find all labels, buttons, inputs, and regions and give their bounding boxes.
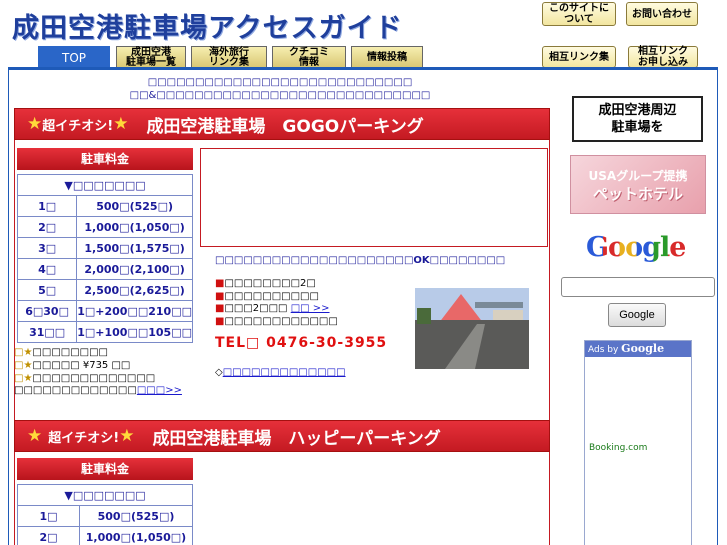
- parking-name: 成田空港駐車場 ハッピーパーキング: [152, 428, 441, 449]
- fee-price: 2,500□(2,625□): [76, 279, 193, 301]
- info-line: □★□□□□□□□□□□□□□: [14, 373, 155, 385]
- about-button[interactable]: このサイトに ついて: [542, 2, 616, 26]
- link-request-button[interactable]: 相互リンク お申し込み: [628, 46, 698, 68]
- fee-title: 駐車料金: [17, 148, 193, 170]
- more-info: ◇□□□□□□□□□□□□□: [215, 367, 346, 378]
- tab-submit-info[interactable]: 情報投稿: [351, 46, 423, 68]
- ads-header: Ads by Google: [585, 341, 691, 357]
- fee-price: 2,000□(2,100□): [76, 258, 193, 280]
- fee-subtitle: ▼□□□□□□□: [17, 484, 193, 506]
- table-row: 2□ 1,000□(1,050□): [16, 216, 193, 238]
- fee-table: ▼□□□□□□□ 1□ 500□(525□) 2□ 1,000□(1,050□): [17, 484, 193, 545]
- fee-subtitle: ▼□□□□□□□: [17, 174, 193, 196]
- google-search-button[interactable]: Google: [608, 303, 666, 327]
- pet-hotel-line-2: ペットホテル: [592, 184, 683, 203]
- table-row: 5□ 2,500□(2,625□): [16, 279, 193, 301]
- recommend-tag: 超イチオシ!: [48, 430, 120, 446]
- more-info-link[interactable]: □□□□□□□□□□□□□: [223, 367, 346, 378]
- feature-text: □□□□□□□□□□: [224, 291, 319, 302]
- star-icon: ★: [119, 426, 135, 446]
- notice-text: □□□□□□□□□□□□□□□□□□□□□□□□□□□□ □□&□□□□□□□□…: [120, 76, 440, 102]
- star-icon: □★: [14, 373, 33, 384]
- contact-button[interactable]: お問い合わせ: [626, 2, 698, 26]
- feature-item: ■□□□□□□□□2□: [215, 278, 316, 290]
- info-detail-link[interactable]: □□□>>: [137, 385, 182, 396]
- fee-price: 1,000□(1,050□): [79, 526, 193, 545]
- table-row: 1□ 500□(525□): [17, 505, 193, 527]
- feature-text: □□□□□□□□2□: [224, 278, 316, 289]
- notice-line-2: □□&□□□□□□□□□□□□□□□□□□□□□□□□□□□□□: [129, 90, 431, 101]
- nearby-parking-banner[interactable]: 成田空港周辺 駐車場を: [572, 96, 703, 142]
- ads-box: Ads by Google Booking.com: [584, 340, 692, 545]
- feature-item: ■□□□□□□□□□□□□: [215, 316, 338, 328]
- ad-link[interactable]: Booking.com: [589, 443, 647, 453]
- fee-days: 1□: [17, 505, 80, 527]
- feature-text: □□□2□□□: [224, 303, 291, 314]
- feature-detail-link[interactable]: □□ >>: [291, 303, 330, 314]
- gogo-parking-header[interactable]: ★ 超イチオシ! ★ 成田空港駐車場 GOGOパーキング: [14, 108, 550, 140]
- info-line: □★□□□□□□□□: [14, 347, 108, 359]
- fee-price: 1□+100□□105□□: [76, 321, 193, 343]
- feature-text: □□□□□□□□□□□□: [224, 316, 338, 327]
- google-logo: Google: [586, 232, 686, 263]
- info-text: □□□□□□□□□□□□: [23, 385, 137, 396]
- info-text: □□□□□□□□: [32, 347, 109, 358]
- ads-prefix: Ads by: [588, 345, 622, 355]
- fee-days: 5□: [16, 279, 78, 301]
- info-line: □★□□□□□ ¥735 □□: [14, 360, 130, 372]
- fee-table: ▼□□□□□□□ 1□ 500□(525□) 2□ 1,000□(1,050□) 3…: [16, 174, 193, 343]
- fee-price: 1,000□(1,050□): [76, 216, 193, 238]
- table-row: 4□ 2,000□(2,100□): [16, 258, 193, 280]
- tab-top[interactable]: TOP: [38, 46, 110, 68]
- feature-item: ■□□□2□□□ □□ >>: [215, 303, 330, 315]
- fee-days: 1□: [16, 195, 78, 217]
- star-icon: □★: [14, 360, 33, 371]
- phone-number: TEL□ 0476-30-3955: [215, 335, 388, 351]
- google-logo-text: Google: [586, 232, 686, 263]
- fee-days: 6□30□: [16, 300, 78, 322]
- ads-brand: Google: [621, 342, 665, 355]
- parking-description: □□□□□□□□□□□□□□□□□□□□□OK□□□□□□□□: [215, 255, 506, 266]
- site-logo[interactable]: 成田空港駐車場アクセスガイド: [12, 6, 432, 44]
- fee-price: 1□+200□□210□□: [76, 300, 193, 322]
- table-row: 6□30□ 1□+200□□210□□: [16, 300, 193, 322]
- star-icon: ★: [27, 114, 43, 134]
- fee-price: 500□(525□): [79, 505, 193, 527]
- tab-travel-links[interactable]: 海外旅行 リンク集: [191, 46, 267, 68]
- happy-parking-header[interactable]: ★ 超イチオシ! ★ 成田空港駐車場 ハッピーパーキング: [14, 420, 550, 452]
- star-icon: ★: [27, 426, 43, 446]
- mutual-links-button[interactable]: 相互リンク集: [542, 46, 616, 68]
- star-icon: ★: [113, 114, 129, 134]
- fee-price: 500□(525□): [76, 195, 193, 217]
- fee-days: 3□: [16, 237, 78, 259]
- table-row: 31□□ 1□+100□□105□□: [16, 321, 193, 343]
- info-text: □□□□□□□□□□□□□: [32, 373, 156, 384]
- table-row: 1□ 500□(525□): [16, 195, 193, 217]
- info-text: □□□□□ ¥735 □□: [32, 360, 131, 371]
- notice-line-1: □□□□□□□□□□□□□□□□□□□□□□□□□□□□: [147, 77, 413, 88]
- google-search-input[interactable]: [561, 277, 715, 297]
- table-row: 3□ 1,500□(1,575□): [16, 237, 193, 259]
- recommend-tag: 超イチオシ!: [42, 118, 114, 134]
- info-line: □□□□□□□□□□□□□□□□>>: [14, 385, 182, 397]
- fee-title: 駐車料金: [17, 458, 193, 480]
- table-row: ▼□□□□□□□: [17, 484, 193, 506]
- tab-parking-list[interactable]: 成田空港 駐車場一覧: [116, 46, 186, 68]
- parking-photo[interactable]: [415, 288, 529, 369]
- diamond-icon: ◇: [215, 367, 223, 378]
- feature-item: ■□□□□□□□□□□: [215, 291, 319, 303]
- video-placeholder[interactable]: [200, 148, 548, 247]
- fee-price: 1,500□(1,575□): [76, 237, 193, 259]
- parking-name: 成田空港駐車場 GOGOパーキング: [146, 116, 424, 137]
- fee-days: 31□□: [16, 321, 78, 343]
- pet-hotel-line-1: USAグループ提携: [588, 168, 688, 183]
- pet-hotel-banner[interactable]: USAグループ提携 ペットホテル: [570, 155, 706, 214]
- fee-days: 2□: [17, 526, 80, 545]
- tab-reviews[interactable]: クチコミ 情報: [272, 46, 346, 68]
- fee-days: 4□: [16, 258, 78, 280]
- fee-days: 2□: [16, 216, 78, 238]
- star-icon: □★: [14, 347, 33, 358]
- table-row: ▼□□□□□□□: [17, 174, 193, 196]
- table-row: 2□ 1,000□(1,050□): [17, 526, 193, 545]
